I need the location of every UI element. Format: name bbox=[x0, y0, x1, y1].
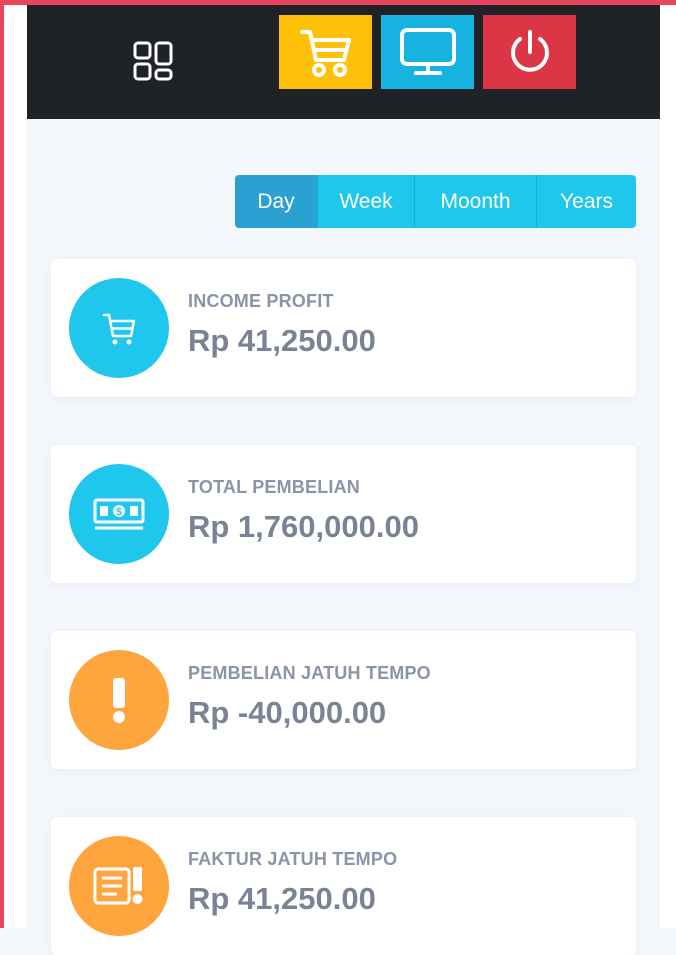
stat-card-total-pembelian: $ TOTAL PEMBELIAN Rp 1,760,000.00 bbox=[51, 445, 636, 583]
stat-icon-circle bbox=[69, 836, 169, 936]
date-range-tabs: Day Week Moonth Years bbox=[235, 175, 636, 228]
stat-icon-circle: $ bbox=[69, 464, 169, 564]
page-gutter-left bbox=[4, 5, 27, 928]
cart-icon bbox=[102, 313, 136, 345]
money-icon: $ bbox=[93, 498, 145, 530]
page-gutter-right bbox=[660, 5, 676, 928]
monitor-button[interactable] bbox=[381, 15, 474, 89]
stat-card-income-profit: INCOME PROFIT Rp 41,250.00 bbox=[51, 259, 636, 397]
tab-month[interactable]: Moonth bbox=[415, 175, 537, 228]
stat-card-pembelian-jatuh-tempo: PEMBELIAN JATUH TEMPO Rp -40,000.00 bbox=[51, 631, 636, 769]
stat-label: PEMBELIAN JATUH TEMPO bbox=[188, 663, 431, 683]
stat-value: Rp -40,000.00 bbox=[188, 695, 387, 730]
exclamation-icon bbox=[113, 678, 125, 723]
power-button[interactable] bbox=[483, 15, 576, 89]
stat-label: TOTAL PEMBELIAN bbox=[188, 477, 361, 497]
dashboard-grid-icon bbox=[133, 41, 173, 81]
stat-icon-circle bbox=[69, 650, 169, 750]
stat-icon-circle bbox=[69, 278, 169, 378]
cart-button[interactable] bbox=[279, 15, 372, 89]
monitor-icon bbox=[399, 28, 456, 75]
stat-value: Rp 41,250.00 bbox=[188, 323, 376, 358]
stat-label: FAKTUR JATUH TEMPO bbox=[188, 849, 398, 869]
tab-week[interactable]: Week bbox=[318, 175, 415, 228]
stat-value: Rp 41,250.00 bbox=[188, 881, 376, 916]
stat-label: INCOME PROFIT bbox=[188, 291, 334, 311]
tab-day[interactable]: Day bbox=[235, 175, 318, 228]
invoice-alert-icon bbox=[93, 867, 143, 905]
svg-text:$: $ bbox=[116, 507, 122, 518]
dashboard-menu-button[interactable] bbox=[127, 35, 179, 87]
cart-icon bbox=[299, 30, 351, 77]
stat-value: Rp 1,760,000.00 bbox=[188, 509, 419, 544]
stat-card-faktur-jatuh-tempo: FAKTUR JATUH TEMPO Rp 41,250.00 bbox=[51, 817, 636, 955]
tab-years[interactable]: Years bbox=[537, 175, 636, 228]
power-icon bbox=[510, 30, 549, 72]
top-toolbar bbox=[27, 5, 660, 119]
